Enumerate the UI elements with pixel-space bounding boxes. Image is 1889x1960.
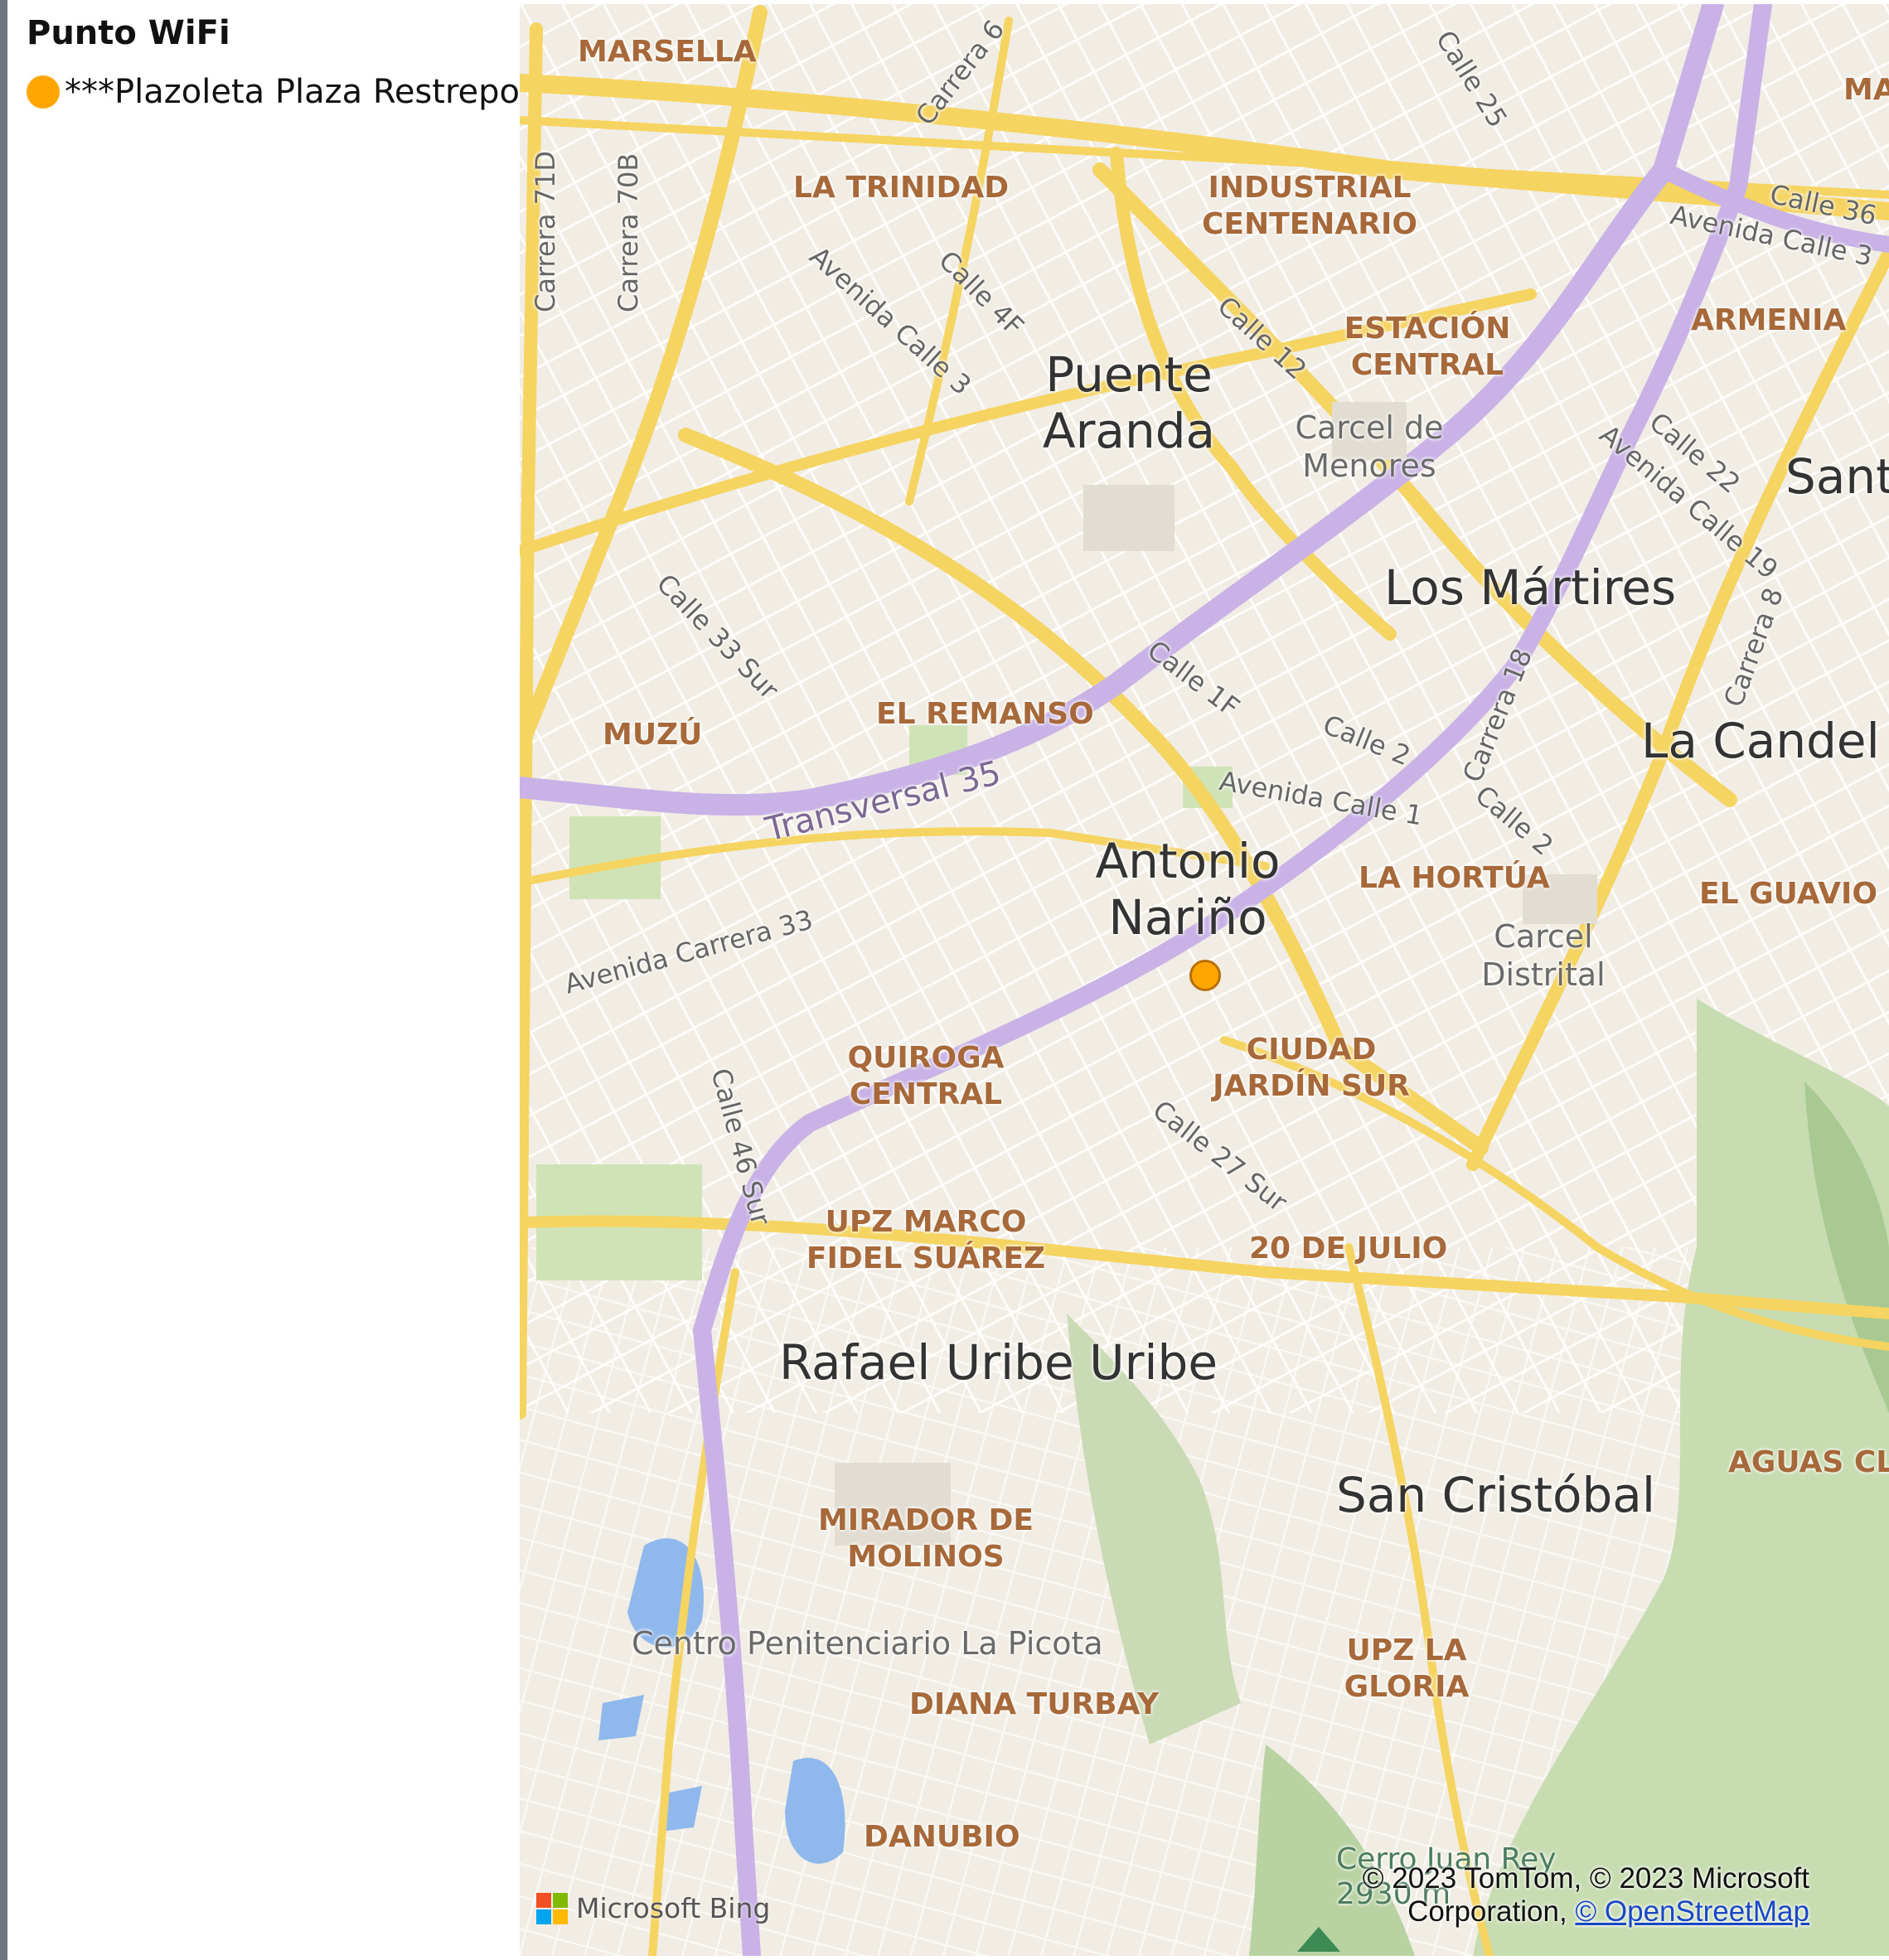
map-label-poi: Carcel Distrital [1481, 918, 1606, 993]
map-label-district: CIUDAD JARDÍN SUR [1213, 1033, 1410, 1103]
left-border [0, 0, 7, 1960]
peak-icon [1297, 1927, 1340, 1952]
map-label-locality: Los Mártires [1384, 559, 1677, 616]
map-label-district: INDUSTRIAL CENTENARIO [1202, 171, 1417, 241]
map-label-poi: Centro Penitenciario La Picota [632, 1625, 1103, 1662]
map-label-district: AGUAS CL [1728, 1445, 1889, 1479]
openstreetmap-link[interactable]: © OpenStreetMap [1575, 1895, 1809, 1928]
map-label-district: 20 DE JULIO [1249, 1232, 1448, 1266]
map-label-district: ARMENIA [1691, 303, 1847, 337]
map-canvas[interactable]: MARSELLA LA TRINIDAD INDUSTRIAL CENTENAR… [520, 4, 1889, 1956]
map-label-district: EL REMANSO [876, 697, 1094, 731]
legend-dot-icon [27, 75, 60, 109]
microsoft-logo-icon [536, 1892, 568, 1924]
map-label-district: LA HORTÚA [1359, 861, 1550, 895]
map-label-district: MARSELLA [578, 35, 757, 69]
map-label-district: DANUBIO [864, 1820, 1020, 1854]
bing-logo: Microsoft Bing [536, 1892, 770, 1924]
map-label-district: EL GUAVIO [1699, 877, 1878, 911]
map-attribution: © 2023 TomTom, © 2023 Microsoft Corporat… [1363, 1862, 1809, 1929]
map-label-district: MUZÚ [603, 718, 703, 752]
map-label-district: DIANA TURBAY [909, 1687, 1160, 1721]
map-label-locality: La Candel [1641, 713, 1880, 769]
legend-item-label: ***Plazoleta Plaza Restrepo [65, 73, 520, 111]
map-label-district: MIRADOR DE MOLINOS [817, 1503, 1034, 1574]
attribution-line-2: Corporation, [1407, 1895, 1576, 1928]
attribution-line-1: © 2023 TomTom, © 2023 Microsoft [1362, 1862, 1809, 1895]
legend-panel: Punto WiFi ***Plazoleta Plaza Restrepo [27, 10, 520, 111]
legend-title: Punto WiFi [27, 14, 230, 52]
map-label-district: ESTACIÓN CENTRAL [1344, 312, 1511, 382]
wifi-point-marker[interactable] [1189, 960, 1221, 991]
map-label-district: UPZ LA GLORIA [1344, 1633, 1470, 1704]
map-label-street: Carrera 71D [530, 151, 561, 312]
map-label-locality: Sant [1785, 448, 1889, 505]
map-label-locality: Puente Aranda [1042, 346, 1216, 459]
map-label-district: LA TRINIDAD [793, 171, 1010, 205]
legend-item[interactable]: ***Plazoleta Plaza Restrepo [27, 73, 520, 111]
map-label-district: UPZ MARCO FIDEL SUÁREZ [806, 1205, 1046, 1275]
map-label-poi: Carcel de Menores [1295, 409, 1444, 484]
map-label-district: QUIROGA CENTRAL [847, 1041, 1005, 1111]
map-label-locality: Antonio Nariño [1095, 833, 1281, 946]
bing-logo-text: Microsoft Bing [576, 1892, 771, 1924]
map-label-street: Carrera 70B [613, 152, 644, 312]
map-label-district: MA [1843, 73, 1889, 107]
map-label-locality: San Cristóbal [1336, 1467, 1655, 1523]
map-label-locality: Rafael Uribe Uribe [779, 1334, 1218, 1391]
